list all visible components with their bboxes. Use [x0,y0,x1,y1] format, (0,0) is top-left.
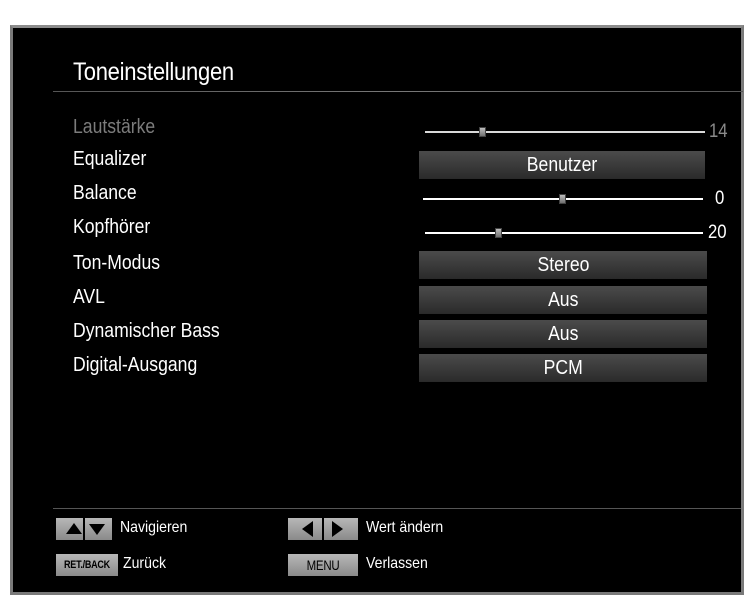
headphone-value: 20 [708,222,727,243]
headphone-label: Kopfhörer [73,216,151,238]
equalizer-label: Equalizer [73,148,147,170]
equalizer-option[interactable]: Benutzer [419,151,705,179]
balance-label: Balance [73,182,137,204]
title-divider [53,91,743,92]
back-hint: Zurück [123,555,167,572]
digital-output-option[interactable]: PCM [419,354,707,382]
navigate-hint: Navigieren [120,519,188,536]
headphone-slider-knob[interactable] [495,228,502,238]
avl-value: Aus [547,288,579,311]
balance-value: 0 [715,188,725,209]
avl-label: AVL [73,286,105,308]
right-arrow-icon [332,521,343,537]
digital-output-value: PCM [543,356,583,379]
sound-mode-option[interactable]: Stereo [419,251,707,279]
menu-title: Toneinstellungen [73,58,234,86]
up-arrow-icon [66,523,82,534]
balance-slider-knob[interactable] [559,194,566,204]
left-arrow-icon [302,521,313,537]
back-key-label: RET./BACK [64,559,110,571]
down-arrow-icon [89,524,105,535]
footer-divider [53,508,741,509]
back-key[interactable]: RET./BACK [56,554,118,576]
change-value-key[interactable] [288,518,358,540]
exit-hint: Verlassen [366,555,428,572]
dynamic-bass-label: Dynamischer Bass [73,320,220,342]
sound-mode-label: Ton-Modus [73,252,161,274]
osd-panel: Toneinstellungen Lautstärke 14 Equalizer… [13,28,743,592]
menu-key-label: MENU [306,557,340,573]
navigate-key[interactable] [56,518,112,540]
volume-slider-knob[interactable] [479,127,486,137]
headphone-slider[interactable] [425,228,703,238]
digital-output-label: Digital-Ausgang [73,354,198,376]
avl-option[interactable]: Aus [419,286,707,314]
volume-label: Lautstärke [73,116,156,138]
screen: Toneinstellungen Lautstärke 14 Equalizer… [0,0,754,601]
osd-frame: Toneinstellungen Lautstärke 14 Equalizer… [10,25,744,595]
volume-value: 14 [709,121,728,142]
change-value-hint: Wert ändern [366,519,444,536]
dynamic-bass-value: Aus [547,322,579,345]
dynamic-bass-option[interactable]: Aus [419,320,707,348]
balance-slider[interactable] [423,194,703,204]
volume-slider[interactable] [425,127,705,137]
equalizer-value: Benutzer [526,153,598,176]
menu-key[interactable]: MENU [288,554,358,576]
sound-mode-value: Stereo [537,253,589,276]
